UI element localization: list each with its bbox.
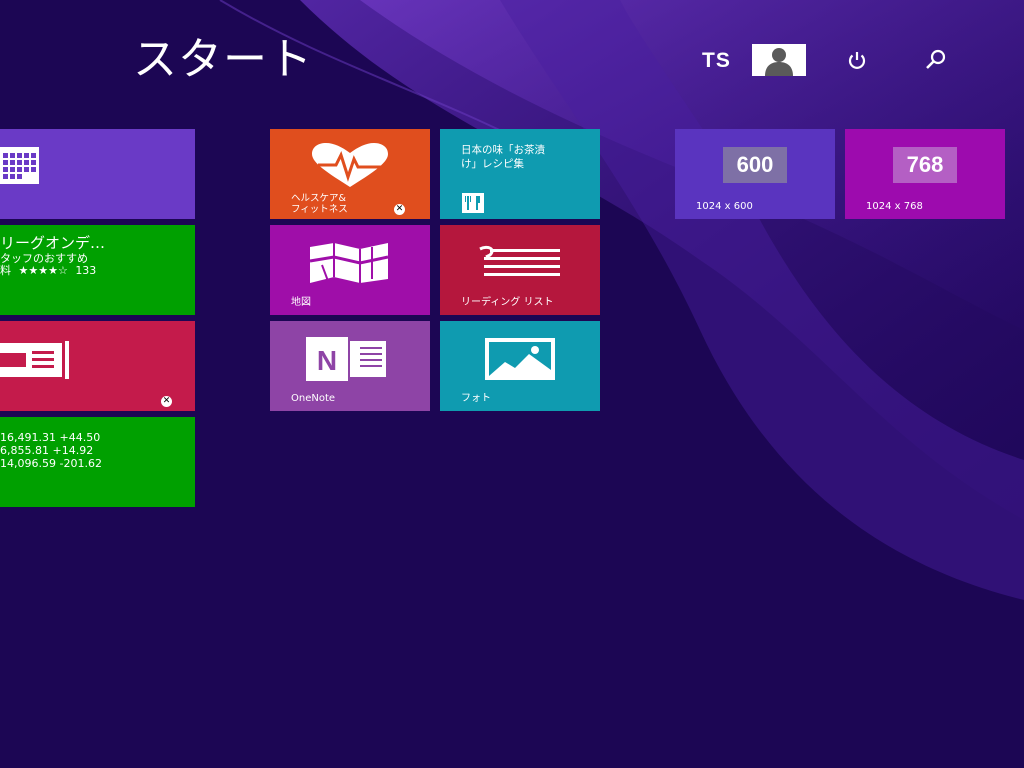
health-label-line2: フィットネス	[291, 203, 348, 215]
map-icon	[309, 243, 389, 283]
search-icon	[926, 49, 946, 69]
close-icon[interactable]: ✕	[394, 204, 405, 215]
heart-pulse-icon	[312, 143, 388, 187]
finance-row: 16,491.31 +44.50	[0, 431, 101, 444]
avatar[interactable]	[752, 44, 806, 76]
close-icon[interactable]: ✕	[161, 396, 172, 407]
tile-reading-list[interactable]: リーディング リスト	[440, 225, 600, 315]
res600-label: 1024 x 600	[696, 201, 753, 212]
reading-list-icon	[479, 245, 560, 276]
sports-title: リーグオンデ…	[0, 234, 106, 252]
health-label: ヘルスケア& フィットネス	[291, 193, 348, 215]
power-button[interactable]	[842, 45, 872, 75]
res768-value: 768	[893, 147, 957, 183]
tile-maps[interactable]: 地図	[270, 225, 430, 315]
tile-res-1024x600[interactable]: 600 1024 x 600	[675, 129, 835, 219]
tile-res-1024x768[interactable]: 768 1024 x 768	[845, 129, 1005, 219]
sports-rating-count: 133	[75, 264, 97, 277]
tile-photos[interactable]: フォト	[440, 321, 600, 411]
tile-news[interactable]: ✕	[0, 321, 195, 411]
maps-label: 地図	[291, 297, 311, 308]
food-title-line2: け」レシピ集	[461, 158, 524, 170]
tile-food[interactable]: 日本の味「お茶漬 け」レシピ集	[440, 129, 600, 219]
news-icon	[0, 341, 69, 379]
tile-sports[interactable]: リーグオンデ… タッフのおすすめ 料 ★★★★☆ 133	[0, 225, 195, 315]
page-title: スタート	[133, 34, 313, 85]
onenote-icon: N	[306, 337, 386, 381]
sports-rating: 料 ★★★★☆ 133	[0, 264, 96, 277]
food-title-line1: 日本の味「お茶漬	[461, 144, 545, 156]
reading-list-label: リーディング リスト	[461, 297, 554, 308]
finance-row: 14,096.59 -201.62	[0, 457, 102, 470]
svg-text:N: N	[317, 345, 337, 376]
person-icon	[752, 44, 806, 76]
finance-row: 6,855.81 +14.92	[0, 444, 94, 457]
tile-finance[interactable]: 16,491.31 +44.50 6,855.81 +14.92 14,096.…	[0, 417, 195, 507]
sports-rating-prefix: 料	[0, 264, 11, 277]
sports-stars: ★★★★☆	[18, 264, 68, 277]
health-label-line1: ヘルスケア&	[291, 193, 346, 204]
res768-label: 1024 x 768	[866, 201, 923, 212]
tile-onenote[interactable]: N OneNote	[270, 321, 430, 411]
photos-label: フォト	[461, 393, 491, 404]
res600-value: 600	[723, 147, 787, 183]
onenote-label: OneNote	[291, 393, 336, 404]
photo-icon	[485, 338, 555, 380]
user-name[interactable]: TS	[702, 47, 731, 75]
power-icon	[848, 52, 866, 69]
fork-knife-icon	[462, 193, 484, 213]
tile-health-fitness[interactable]: ヘルスケア& フィットネス ✕	[270, 129, 430, 219]
tile-calendar[interactable]	[0, 129, 195, 219]
search-button[interactable]	[920, 45, 950, 75]
calendar-icon	[0, 147, 39, 184]
